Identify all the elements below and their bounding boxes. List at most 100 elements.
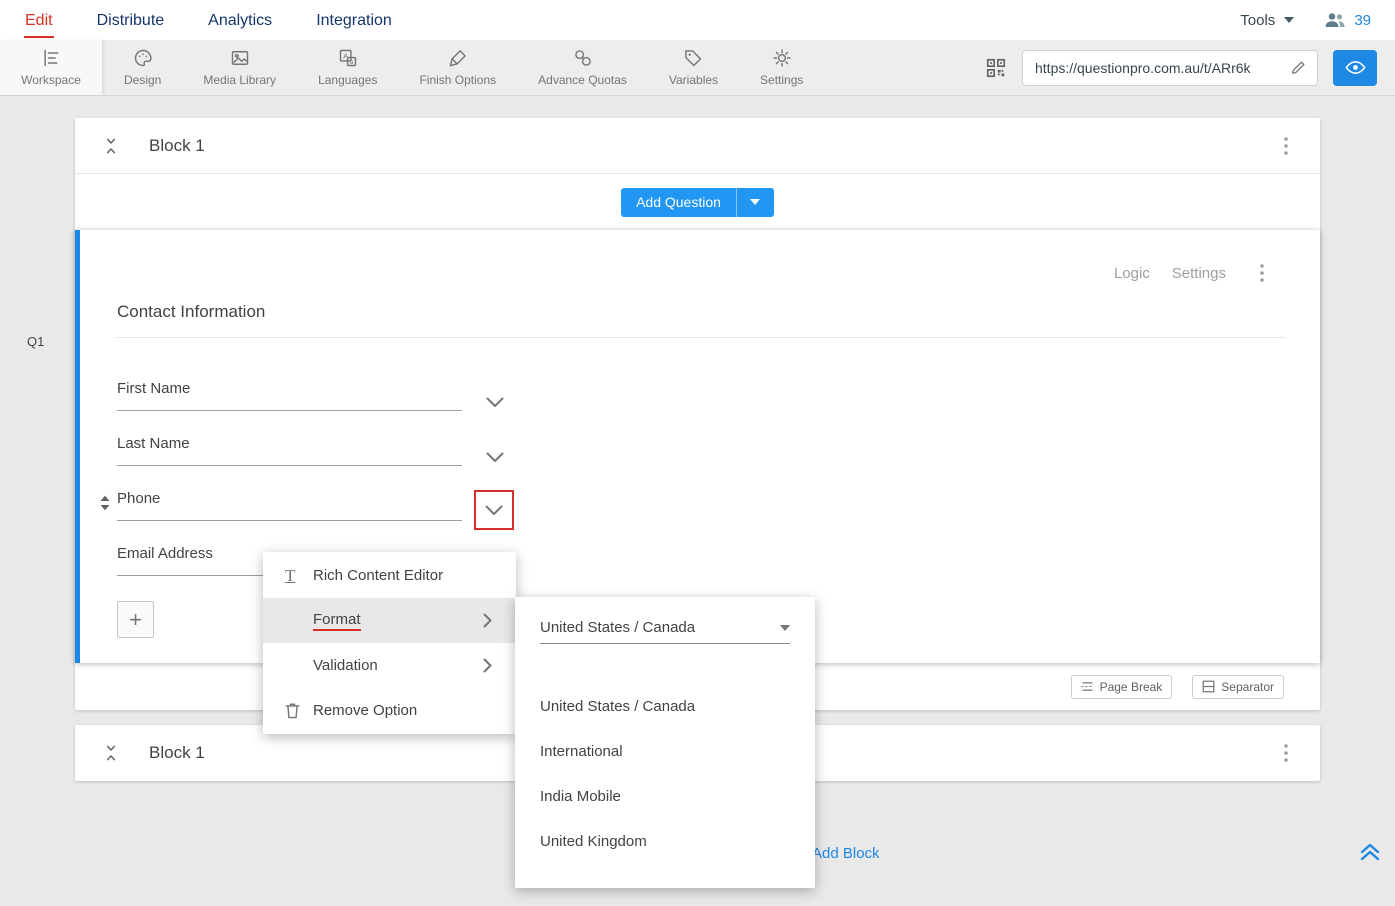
block-title[interactable]: Block 1 [149,743,205,763]
block-menu-dots-icon[interactable] [1280,133,1292,159]
eye-icon [1345,60,1366,75]
nav-item-integration[interactable]: Integration [315,3,393,38]
logic-link[interactable]: Logic [1114,265,1150,282]
workspace-icon [41,48,61,68]
drag-handle-icon[interactable] [99,495,111,511]
menu-item-format[interactable]: Format [263,598,516,643]
add-question-split-button: Add Question [621,188,774,217]
field-row-first-name: First Name [117,356,1285,411]
nav-item-edit[interactable]: Edit [24,3,54,38]
image-icon [230,48,250,68]
toolbar-item-variables[interactable]: Variables [648,40,739,95]
toolbar-item-label: Finish Options [419,73,496,87]
menu-item-remove-option[interactable]: Remove Option [263,688,516,733]
contact-fields: First Name Last Name [117,356,1285,576]
tag-icon [683,48,703,68]
add-row-button[interactable]: + [117,601,154,638]
question-code: Q1 [27,334,44,349]
question-title[interactable]: Contact Information [117,302,265,322]
row-options-chevron-icon[interactable] [486,452,504,463]
preview-button[interactable] [1333,50,1377,86]
format-option-united-kingdom[interactable]: United Kingdom [515,819,815,864]
trash-icon [285,702,313,719]
caret-down-icon [780,625,790,631]
toolbar-item-label: Languages [318,73,377,87]
people-icon [1324,12,1346,28]
toolbar-item-settings[interactable]: Settings [739,40,824,95]
chevron-down-icon [1284,17,1294,23]
toolbar-item-label: Advance Quotas [538,73,627,87]
workspace-label: Workspace [21,73,81,87]
page-break-button[interactable]: Page Break [1071,675,1173,699]
separator-label: Separator [1221,680,1274,694]
row-options-chevron-icon[interactable] [486,397,504,408]
gear-icon [772,48,792,68]
pencil-icon[interactable] [1290,59,1307,76]
survey-url-text: https://questionpro.com.au/t/ARr6k [1035,60,1282,76]
format-option-us-canada[interactable]: United States / Canada [515,684,815,729]
row-options-context-menu: T Rich Content Editor Format Validation [263,552,516,734]
nav-item-analytics[interactable]: Analytics [207,3,273,38]
top-nav: Edit Distribute Analytics Integration To… [0,0,1395,40]
add-question-button[interactable]: Add Question [621,188,736,217]
field-label[interactable]: Last Name [117,435,462,466]
collapse-block-icon[interactable] [103,744,119,762]
workspace-tab[interactable]: Workspace [0,40,103,95]
format-option-international[interactable]: International [515,729,815,774]
toolbar-item-label: Variables [669,73,718,87]
chevron-right-icon [483,613,492,628]
toolbar-item-advance-quotas[interactable]: Advance Quotas [517,40,648,95]
question-title-divider [117,337,1285,338]
page-break-icon [1081,680,1094,693]
block-header: Block 1 [75,118,1320,174]
format-option-india-mobile[interactable]: India Mobile [515,774,815,819]
brush-icon [448,48,468,68]
add-block-link[interactable]: Add Block [812,845,880,862]
tools-menu[interactable]: Tools [1240,12,1294,29]
block-title[interactable]: Block 1 [149,136,205,156]
top-nav-items: Edit Distribute Analytics Integration [24,3,393,38]
field-label[interactable]: First Name [117,380,462,411]
chevron-right-icon [483,658,492,673]
menu-item-rich-content-editor[interactable]: T Rich Content Editor [263,553,516,598]
add-question-dropdown-button[interactable] [736,188,774,217]
toolbar-right: https://questionpro.com.au/t/ARr6k [985,40,1395,95]
toolbar-item-media-library[interactable]: Media Library [182,40,297,95]
toolbar-item-finish-options[interactable]: Finish Options [398,40,517,95]
tools-label: Tools [1240,12,1275,29]
menu-item-label: Format [313,611,361,631]
top-nav-right: Tools 39 [1240,12,1371,29]
field-row-last-name: Last Name [117,411,1285,466]
question-menu-dots-icon[interactable] [1256,260,1268,286]
toolbar-item-label: Media Library [203,73,276,87]
separator-button[interactable]: Separator [1192,675,1284,699]
menu-item-label: Rich Content Editor [313,567,443,584]
editor-toolbar: Workspace Design Media Library [0,40,1395,96]
text-format-icon: T [285,566,313,586]
format-select[interactable]: United States / Canada [540,619,790,644]
settings-link[interactable]: Settings [1172,265,1226,282]
collapse-block-icon[interactable] [103,137,119,155]
toolbar-item-design[interactable]: Design [103,40,182,95]
palette-icon [133,48,153,68]
toolbar-item-label: Settings [760,73,803,87]
plus-icon: + [129,607,142,633]
scroll-to-top-icon[interactable] [1358,842,1382,862]
survey-editor-canvas: Block 1 Add Question Logic Settings [0,118,1395,906]
separator-icon [1202,680,1215,693]
page-break-label: Page Break [1100,680,1163,694]
menu-item-validation[interactable]: Validation [263,643,516,688]
block-menu-dots-icon[interactable] [1280,740,1292,766]
link-icon [573,48,593,68]
question-controls: Logic Settings [1114,260,1268,286]
field-label[interactable]: Phone [117,490,462,521]
qr-code-icon[interactable] [985,57,1007,79]
svg-text:a: a [350,59,354,66]
nav-item-distribute[interactable]: Distribute [96,3,166,38]
survey-url-field[interactable]: https://questionpro.com.au/t/ARr6k [1022,50,1318,86]
add-question-row: Add Question [75,174,1320,230]
menu-item-label: Remove Option [313,702,417,719]
toolbar-item-languages[interactable]: A a Languages [297,40,398,95]
collaborators-button[interactable]: 39 [1324,12,1371,29]
field-row-phone: Phone [117,466,1285,521]
